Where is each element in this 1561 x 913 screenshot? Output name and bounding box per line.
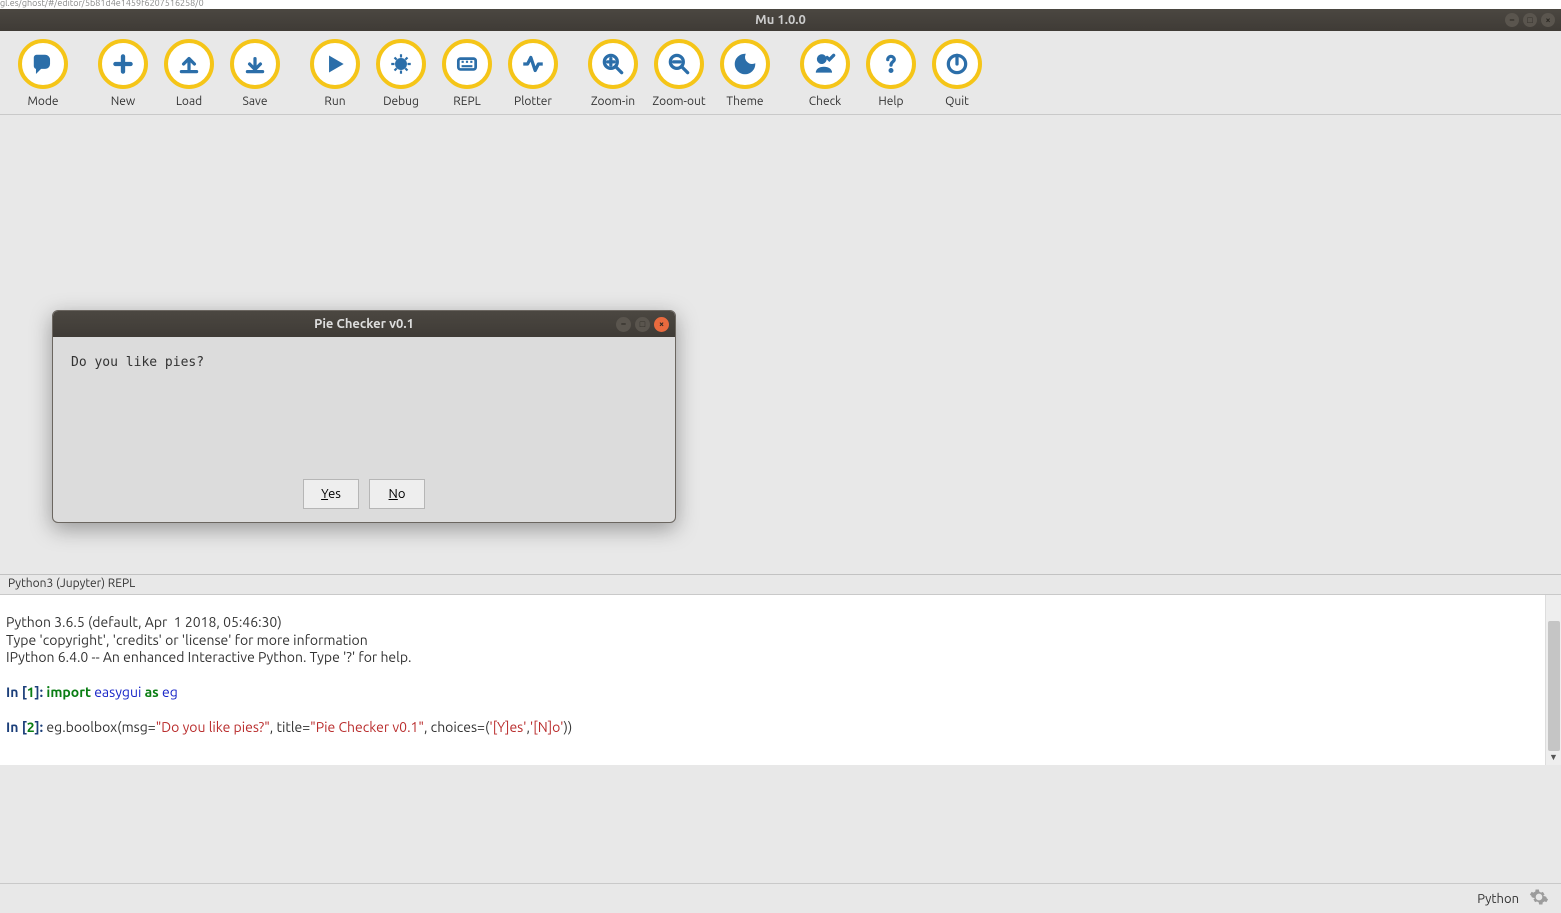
- mode-button[interactable]: Mode: [10, 39, 76, 108]
- quit-button[interactable]: Quit: [924, 39, 990, 108]
- debug-icon: [376, 39, 426, 89]
- tool-label: Mode: [27, 95, 58, 108]
- run-button[interactable]: Run: [302, 39, 368, 108]
- run-icon: [310, 39, 360, 89]
- maximize-icon[interactable]: □: [1523, 13, 1537, 27]
- repl-line: Python 3.6.5 (default, Apr 1 2018, 05:46…: [6, 614, 282, 630]
- status-bar: Python: [0, 883, 1561, 913]
- tool-label: Quit: [945, 95, 969, 108]
- dialog-minimize-icon[interactable]: –: [616, 317, 631, 332]
- dialog-buttons: Yes No: [53, 479, 675, 521]
- repl-scrollbar[interactable]: ▲ ▼: [1545, 595, 1561, 765]
- check-icon: [800, 39, 850, 89]
- scroll-down-icon[interactable]: ▼: [1546, 749, 1561, 765]
- plotter-button[interactable]: Plotter: [500, 39, 566, 108]
- plotter-icon: [508, 39, 558, 89]
- no-button[interactable]: No: [369, 479, 425, 509]
- window-controls: – □ ×: [1505, 13, 1555, 27]
- status-mode: Python: [1477, 892, 1519, 906]
- help-icon: [866, 39, 916, 89]
- tool-label: Theme: [726, 95, 763, 108]
- repl-line: Type 'copyright', 'credits' or 'license'…: [6, 632, 368, 648]
- save-button[interactable]: Save: [222, 39, 288, 108]
- theme-button[interactable]: Theme: [712, 39, 778, 108]
- repl-output[interactable]: Python 3.6.5 (default, Apr 1 2018, 05:46…: [0, 595, 1561, 765]
- dialog-controls: – □ ×: [616, 317, 669, 332]
- repl-panel-label: Python3 (Jupyter) REPL: [0, 575, 1561, 595]
- zoomout-icon: [654, 39, 704, 89]
- editor-area: Pie Checker v0.1 – □ × Do you like pies?…: [0, 115, 1561, 575]
- save-icon: [230, 39, 280, 89]
- tool-label: Zoom-out: [652, 95, 705, 108]
- load-icon: [164, 39, 214, 89]
- zoomin-button[interactable]: Zoom-in: [580, 39, 646, 108]
- tool-label: Plotter: [514, 95, 552, 108]
- new-icon: [98, 39, 148, 89]
- dialog-message: Do you like pies?: [53, 337, 675, 479]
- os-chrome: gl.es/ghost/#/editor/5b81d4e1459f6207516…: [0, 0, 1561, 9]
- check-button[interactable]: Check: [792, 39, 858, 108]
- repl-button[interactable]: REPL: [434, 39, 500, 108]
- dialog-title-bar: Pie Checker v0.1 – □ ×: [53, 311, 675, 337]
- tool-label: Run: [324, 95, 345, 108]
- tool-label: New: [111, 95, 136, 108]
- browser-address: gl.es/ghost/#/editor/5b81d4e1459f6207516…: [0, 0, 204, 8]
- tool-label: Zoom-in: [591, 95, 635, 108]
- minimize-icon[interactable]: –: [1505, 13, 1519, 27]
- zoomin-icon: [588, 39, 638, 89]
- tool-label: Save: [243, 95, 268, 108]
- scroll-thumb[interactable]: [1548, 621, 1560, 751]
- theme-icon: [720, 39, 770, 89]
- yes-button[interactable]: Yes: [303, 479, 359, 509]
- close-icon[interactable]: ×: [1541, 13, 1555, 27]
- tool-label: Check: [809, 95, 841, 108]
- tool-label: Help: [878, 95, 903, 108]
- dialog-maximize-icon[interactable]: □: [635, 317, 650, 332]
- dialog-close-icon[interactable]: ×: [654, 317, 669, 332]
- toolbar: Mode New Load Save Run Debug REPL Plotter Zoom-i…: [0, 31, 1561, 115]
- dialog-title: Pie Checker v0.1: [314, 317, 414, 331]
- dialog-pie-checker: Pie Checker v0.1 – □ × Do you like pies?…: [52, 310, 676, 523]
- gear-icon[interactable]: [1529, 887, 1549, 910]
- window-title: Mu 1.0.0: [755, 13, 806, 27]
- tool-label: Load: [176, 95, 202, 108]
- quit-icon: [932, 39, 982, 89]
- tool-label: Debug: [383, 95, 419, 108]
- mode-icon: [18, 39, 68, 89]
- repl-icon: [442, 39, 492, 89]
- debug-button[interactable]: Debug: [368, 39, 434, 108]
- zoomout-button[interactable]: Zoom-out: [646, 39, 712, 108]
- help-button[interactable]: Help: [858, 39, 924, 108]
- repl-line: IPython 6.4.0 -- An enhanced Interactive…: [6, 649, 411, 665]
- new-button[interactable]: New: [90, 39, 156, 108]
- tool-label: REPL: [453, 95, 481, 108]
- window-title-bar: Mu 1.0.0 – □ ×: [0, 9, 1561, 31]
- load-button[interactable]: Load: [156, 39, 222, 108]
